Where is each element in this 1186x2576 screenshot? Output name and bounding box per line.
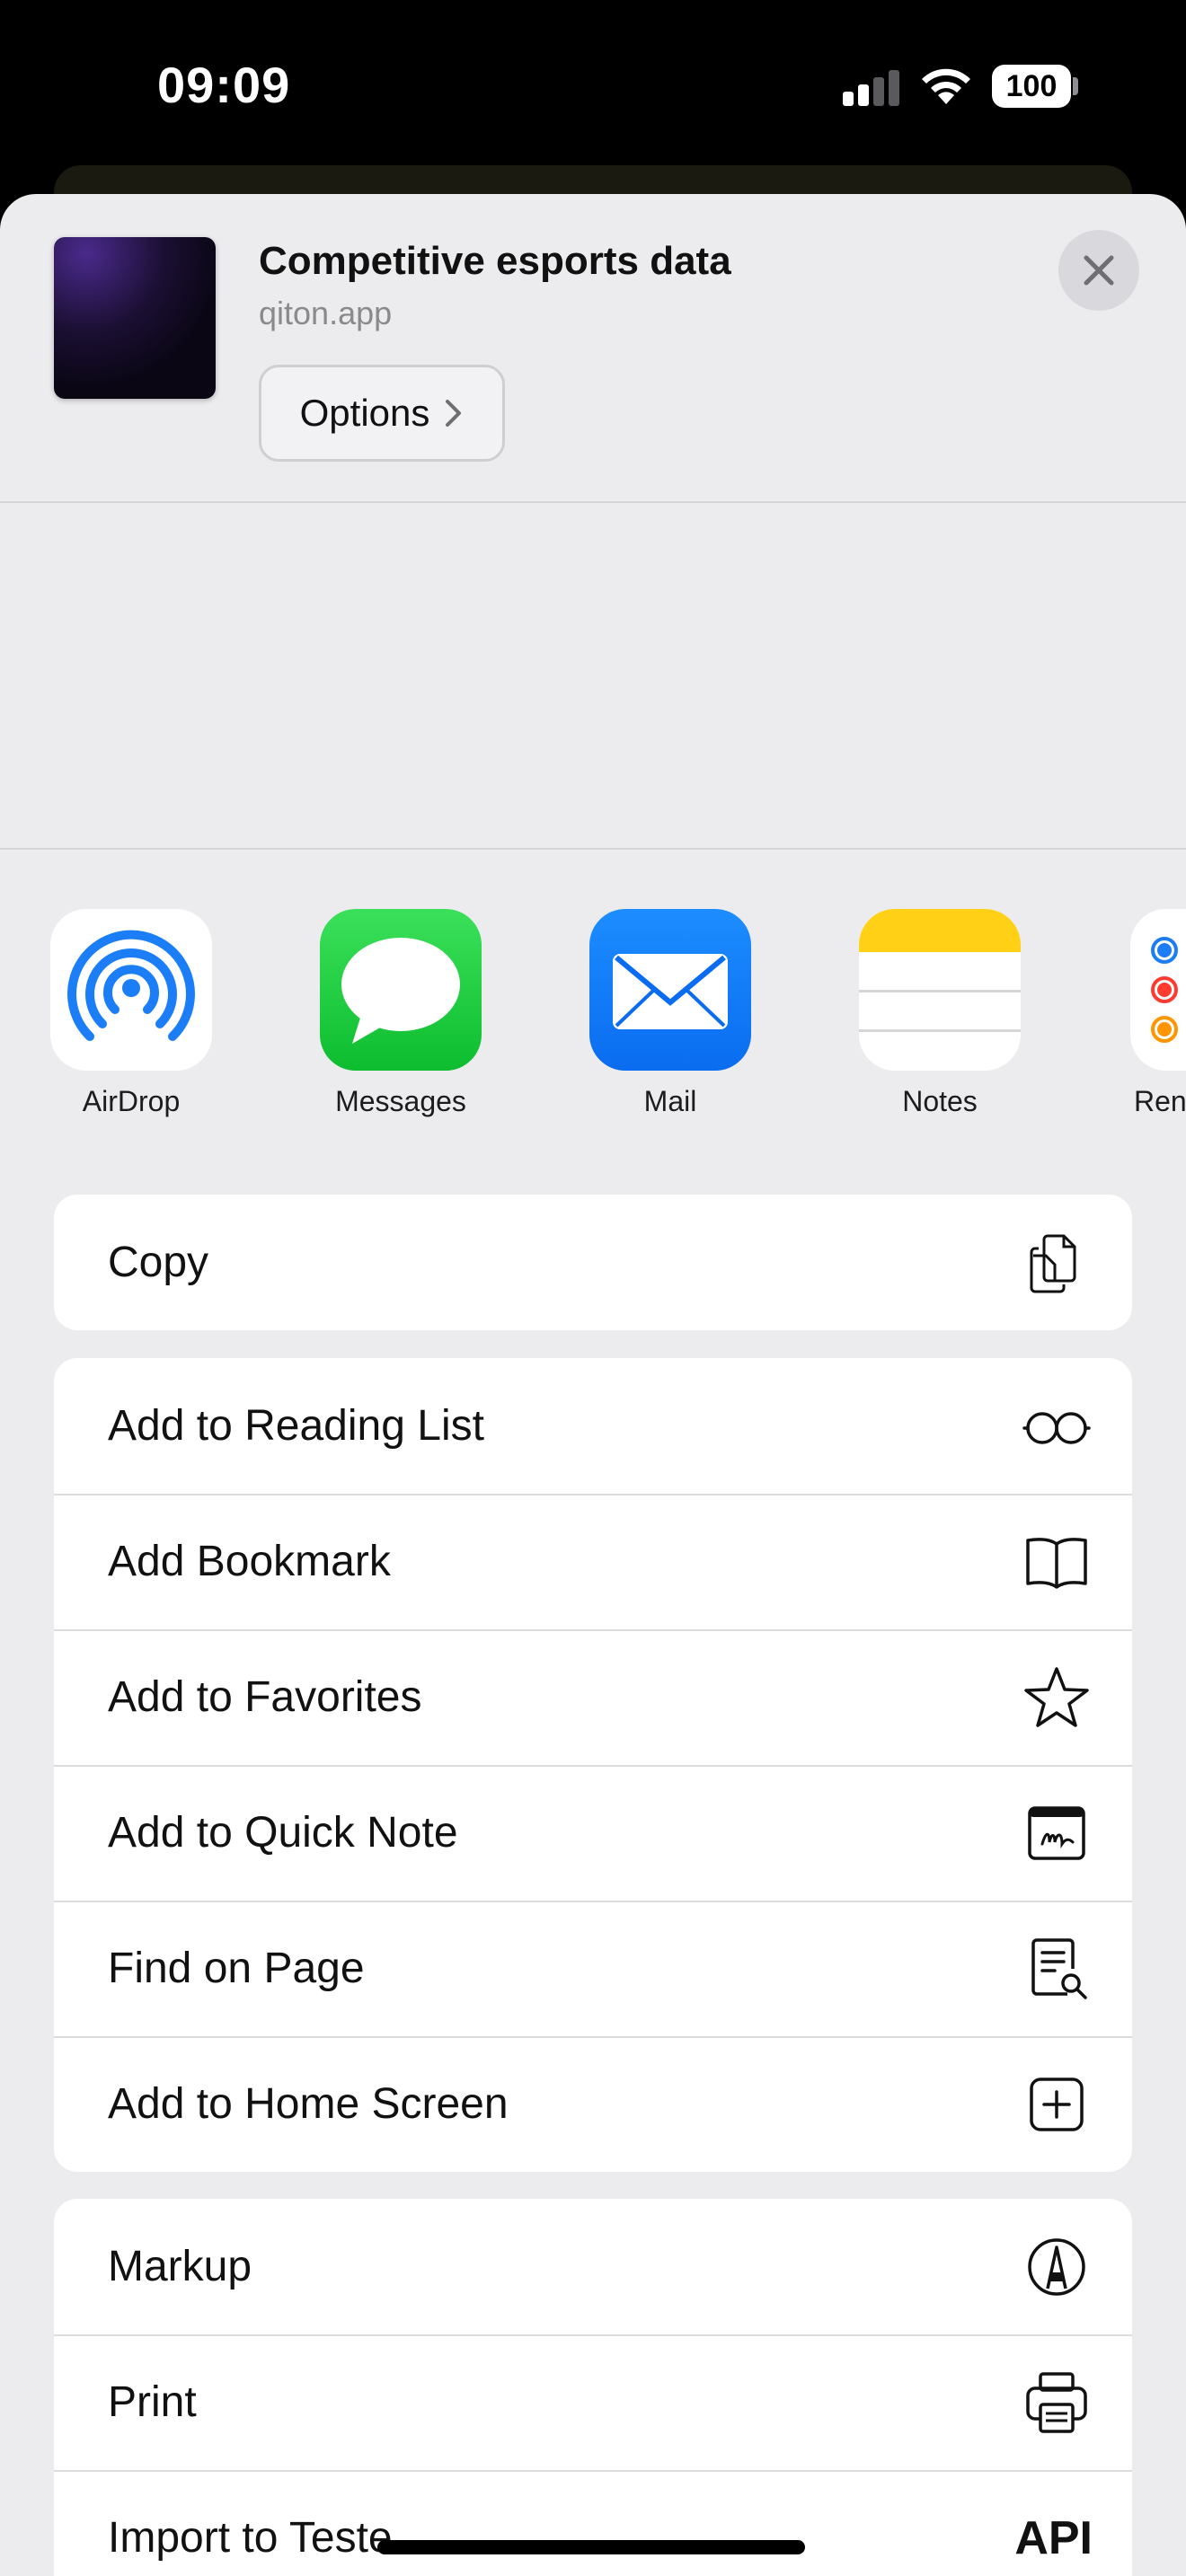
options-button[interactable]: Options — [259, 365, 505, 462]
mail-icon — [589, 909, 751, 1071]
copy-icon — [1021, 1227, 1093, 1299]
battery-nub — [1073, 77, 1078, 95]
action-import-to-teste[interactable]: Import to Teste API — [54, 2470, 1132, 2576]
action-add-to-home-screen[interactable]: Add to Home Screen — [54, 2036, 1132, 2172]
home-indicator[interactable] — [377, 2540, 805, 2554]
battery-icon: 100 — [992, 65, 1071, 108]
action-label: Add to Reading List — [108, 1402, 484, 1450]
action-label: Add Bookmark — [108, 1538, 391, 1585]
glasses-icon — [1021, 1390, 1093, 1462]
wifi-icon — [922, 68, 970, 104]
action-print[interactable]: Print — [54, 2334, 1132, 2470]
action-label: Copy — [108, 1239, 209, 1286]
airdrop-icon — [50, 909, 212, 1071]
action-group-tools: Markup Print Import to Teste API — [54, 2199, 1132, 2576]
battery-level: 100 — [1005, 68, 1058, 103]
action-group-copy: Copy — [54, 1195, 1132, 1330]
close-icon — [1084, 255, 1114, 286]
action-add-bookmark[interactable]: Add Bookmark — [54, 1494, 1132, 1629]
action-label: Import to Teste — [108, 2514, 393, 2562]
app-reminders[interactable]: Ren — [1120, 909, 1186, 1118]
share-title: Competitive esports data — [259, 239, 731, 283]
status-bar: 09:09 100 — [0, 0, 1186, 171]
printer-icon — [1021, 2367, 1093, 2439]
action-label: Add to Favorites — [108, 1673, 422, 1721]
action-label: Print — [108, 2378, 197, 2426]
preview-area — [0, 505, 1186, 850]
messages-icon — [320, 909, 482, 1071]
star-icon — [1021, 1662, 1093, 1734]
page-thumbnail — [54, 237, 216, 399]
close-button[interactable] — [1058, 230, 1139, 311]
options-label: Options — [299, 392, 430, 434]
add-square-icon — [1021, 2069, 1093, 2140]
chevron-right-icon — [446, 400, 462, 427]
book-icon — [1021, 1526, 1093, 1598]
app-label: Messages — [335, 1085, 466, 1117]
markup-icon — [1021, 2231, 1093, 2303]
api-text-icon: API — [1014, 2511, 1093, 2564]
action-add-to-favorites[interactable]: Add to Favorites — [54, 1629, 1132, 1765]
share-subtitle: qiton.app — [259, 295, 393, 331]
action-label: Add to Home Screen — [108, 2080, 509, 2128]
app-notes[interactable]: Notes — [850, 909, 1030, 1118]
action-copy[interactable]: Copy — [54, 1195, 1132, 1330]
action-markup[interactable]: Markup — [54, 2199, 1132, 2334]
reminders-icon — [1130, 909, 1186, 1071]
app-label: Mail — [643, 1085, 697, 1117]
app-share-row: AirDrop Messages Mail Notes Ren — [0, 909, 1186, 1142]
screen: 09:09 100 Competitive esports data qiton… — [0, 0, 1186, 2576]
action-label: Find on Page — [108, 1945, 365, 1992]
app-label: AirDrop — [82, 1085, 181, 1117]
find-on-page-icon — [1021, 1933, 1093, 2005]
action-group-page: Add to Reading List Add Bookmark Add to … — [54, 1358, 1132, 2172]
action-find-on-page[interactable]: Find on Page — [54, 1901, 1132, 2036]
app-label: Notes — [902, 1085, 978, 1117]
cellular-signal-icon — [843, 70, 899, 106]
app-mail[interactable]: Mail — [580, 909, 760, 1118]
action-label: Markup — [108, 2243, 252, 2290]
share-sheet-header: Competitive esports data qiton.app Optio… — [0, 194, 1186, 503]
notes-icon — [859, 909, 1021, 1071]
action-label: Add to Quick Note — [108, 1809, 458, 1857]
app-airdrop[interactable]: AirDrop — [41, 909, 221, 1118]
status-time: 09:09 — [157, 57, 291, 113]
quick-note-icon — [1021, 1797, 1093, 1869]
app-label: Ren — [1134, 1085, 1186, 1117]
app-messages[interactable]: Messages — [311, 909, 491, 1118]
action-add-to-quick-note[interactable]: Add to Quick Note — [54, 1765, 1132, 1901]
action-add-to-reading-list[interactable]: Add to Reading List — [54, 1358, 1132, 1494]
